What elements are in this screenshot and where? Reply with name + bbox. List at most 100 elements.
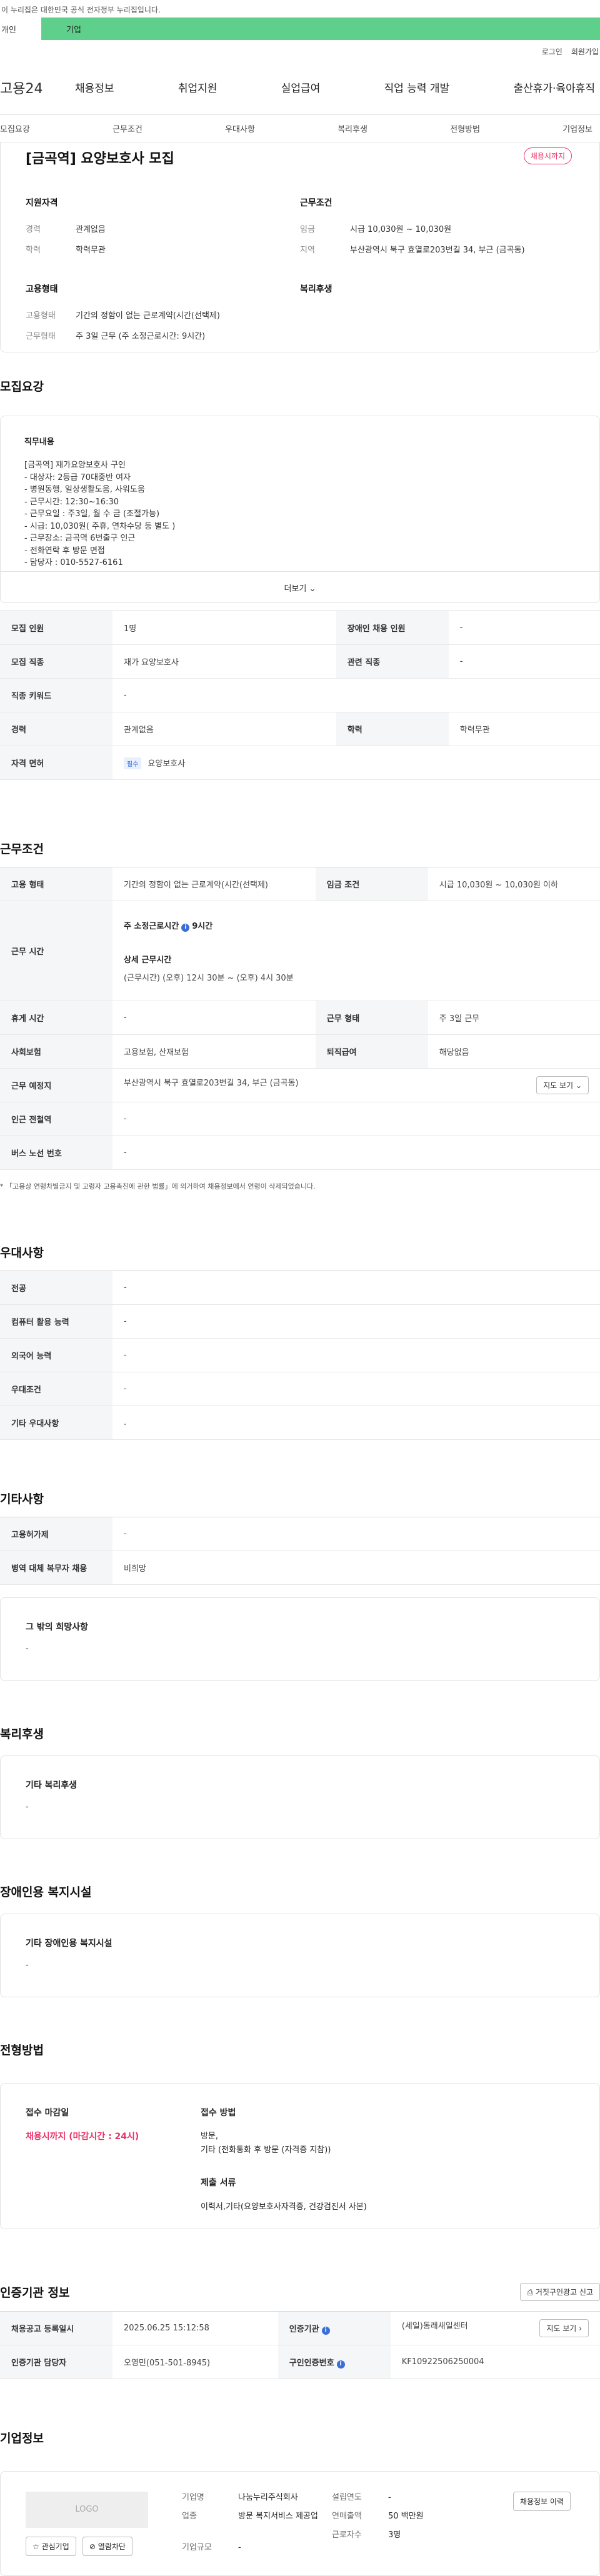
agency-org-value: (세일)동래새일센터 (401, 2322, 468, 2331)
other-wishes-card: 그 밖의 희망사항 - (0, 1597, 600, 1681)
gov-notice-text: 이 누리집은 대한민국 공식 전자정부 누리집입니다. (1, 6, 161, 14)
kv-key: 근무형태 (26, 332, 56, 341)
kv-key: 근로자수 (332, 2530, 362, 2540)
docs-value: 이력서,기타(요양보호사자격증, 건강검진서 사본) (201, 2202, 367, 2212)
table-header-cell: 전공 (0, 1271, 112, 1305)
table-row: 근무 시간 주 소정근로시간 i 9시간 상세 근무시간 (근무시간) (오후) 1… (0, 901, 600, 1001)
etc-heading: 기타사항 (0, 1492, 44, 1506)
table-cell: 비희망 (112, 1550, 600, 1585)
kv-value: 학력무관 (76, 246, 106, 255)
table-cell: 학력무관 (448, 712, 600, 746)
disabled-box-value: - (26, 1960, 29, 1970)
table-header-cell: 고용허가제 (0, 1517, 112, 1551)
table-header-cell: 경력 (0, 712, 112, 746)
anchor-welfare[interactable]: 복리후생 (338, 122, 368, 134)
table-cell: - (112, 678, 600, 712)
table-row: 병역 대체 복무자 채용 비희망 (0, 1550, 600, 1585)
map-view-button[interactable]: 지도 보기 ⌄ (536, 1076, 589, 1094)
signup-link[interactable]: 회원가입 (571, 46, 599, 60)
table-cell: - (112, 1136, 600, 1170)
table-cell: 오영민(051-501-8945) (112, 2345, 278, 2379)
table-cell: (세일)동래새일센터 지도 보기 › (390, 2311, 600, 2345)
table-header-cell: 퇴직급여 (315, 1034, 428, 1069)
work-hours-cell: 주 소정근로시간 i 9시간 상세 근무시간 (근무시간) (오후) 12시 30분… (112, 901, 600, 1001)
pref-table: 전공 - 컴퓨터 활용 능력 - 외국어 능력 - 우대조건 - 기타 우대사항. (0, 1271, 600, 1440)
table-cell: 재가 요양보호사 (112, 644, 336, 679)
welfare-box-value: - (26, 1802, 29, 1812)
menu-unemployment-benefit[interactable]: 실업급여 (281, 79, 321, 95)
agency-section: 인증기관 정보 ⎙ 거짓구인광고 신고 채용공고 등록일시 2025.06.25… (0, 2283, 600, 2379)
summary-conditions: 근무조건 임금 시급 10,030원 ~ 10,030원 지역 부산광역시 북구 효… (300, 196, 574, 264)
docs-heading: 제출 서류 (201, 2178, 236, 2188)
kv-value: 시급 10,030원 ~ 10,030원 (350, 225, 452, 234)
interest-company-button[interactable]: ☆ 관심기업 (26, 2537, 76, 2556)
anchor-recruit[interactable]: 모집요강 (0, 122, 30, 134)
hours-value: 9시간 (192, 921, 213, 931)
table-header-cell: 근무 예정지 (0, 1068, 112, 1102)
kv-key: 학력 (26, 246, 41, 255)
block-view-button[interactable]: ⊘ 열람차단 (82, 2537, 132, 2556)
table-header-cell: 인증기관 i (278, 2311, 391, 2345)
kv-key: 기업규모 (182, 2543, 212, 2552)
disabled-heading: 장애인용 복지시설 (0, 1885, 92, 1899)
table-header-cell: 병역 대체 복무자 채용 (0, 1550, 112, 1585)
kv-key: 설립연도 (332, 2493, 362, 2502)
global-nav: 고용24 채용정보 취업지원 실업급여 직업 능력 개발 출산휴가·육아휴직 (0, 60, 600, 115)
deadline-badge: 채용시까지 (523, 147, 572, 164)
report-icon: ⎙ (527, 2288, 534, 2297)
menu-job-info[interactable]: 채용정보 (75, 79, 114, 95)
site-logo[interactable]: 고용24 (0, 77, 75, 97)
report-false-ad-button[interactable]: ⎙ 거짓구인광고 신고 (520, 2283, 600, 2301)
table-row: 고용 형태 기간의 정함이 없는 근로계약(시간(선택제) 임금 조건 시급 1… (0, 867, 600, 901)
info-icon[interactable]: i (321, 2326, 330, 2335)
kv-value: 부산광역시 북구 효열로203번길 34, 부근 (금곡동) (350, 246, 525, 255)
table-cell: 주 3일 근무 (428, 1001, 600, 1035)
recruit-table: 모집 인원 1명 장애인 채용 인원 - 모집 직종 재가 요양보호사 관련 직… (0, 611, 600, 780)
license-value: 요양보호사 (148, 759, 186, 769)
process-heading: 전형방법 (0, 2044, 44, 2057)
table-cell: - (112, 1102, 600, 1136)
anchor-company[interactable]: 기업정보 (562, 122, 592, 134)
welfare-card: 기타 복리후생 - (0, 1755, 600, 1839)
table-header-cell: 학력 (336, 712, 449, 746)
login-link[interactable]: 로그인 (542, 46, 562, 60)
duty-heading: 직무내용 (24, 437, 54, 447)
recruit-section: 모집요강 직무내용 [금곡역] 재가요양보호사 구인 - 대상자: 2등급 70… (0, 377, 600, 780)
table-row: 인증기관 담당자 오영민(051-501-8945) 구인인증번호 i KF109… (0, 2345, 600, 2379)
place-value: 부산광역시 북구 효열로203번길 34, 부근 (금곡동) (124, 1079, 299, 1088)
anchor-preferences[interactable]: 우대사항 (225, 122, 255, 134)
menu-vocational-training[interactable]: 직업 능력 개발 (384, 79, 450, 95)
duty-line: - 시급: 10,030원( 주휴, 연차수당 등 별도 ) (24, 521, 176, 531)
process-card: 접수 마감일 채용시까지 (마감시간 : 24시) 접수 방법 방문, 기타 (… (0, 2083, 600, 2229)
anchor-work-conditions[interactable]: 근무조건 (112, 122, 142, 134)
anchor-process[interactable]: 전형방법 (450, 122, 480, 134)
agency-map-button[interactable]: 지도 보기 › (539, 2319, 589, 2337)
table-header-cell: 관련 직종 (336, 644, 449, 679)
menu-employment-support[interactable]: 취업지원 (178, 79, 218, 95)
table-header-cell: 컴퓨터 활용 능력 (0, 1304, 112, 1339)
job-history-button[interactable]: 채용정보 이력 (512, 2492, 571, 2511)
disabled-facility-section: 장애인용 복지시설 기타 장애인용 복지시설 - (0, 1883, 600, 1997)
menu-parental-leave[interactable]: 출산휴가·육아휴직 (513, 79, 595, 95)
duty-line: - 병원동행, 일상생활도움, 사워도움 (24, 485, 145, 494)
required-tag: 필수 (124, 757, 142, 769)
job-summary-card: [금곡역] 요양보호사 모집 채용시까지 지원자격 경력 관계없음 학력 학력무관 … (0, 142, 600, 352)
disabled-box-heading: 기타 장애인용 복지시설 (26, 1939, 112, 1949)
table-header-cell: 구인인증번호 i (278, 2345, 391, 2379)
tab-personal[interactable]: 개인 (0, 17, 41, 40)
kv-value: 주 3일 근무 (주 소정근로시간: 9시간) (76, 332, 206, 341)
main-menu: 채용정보 취업지원 실업급여 직업 능력 개발 출산휴가·육아휴직 (75, 79, 600, 95)
table-header-cell: 자격 면허 (0, 746, 112, 780)
welfare-heading: 복리후생 (0, 1727, 44, 1741)
kv-value: 50 백만원 (388, 2512, 424, 2521)
etc-table: 고용허가제 - 병역 대체 복무자 채용 비희망 (0, 1517, 600, 1585)
other-wishes-heading: 그 밖의 희망사항 (26, 1622, 88, 1632)
duty-line: [금곡역] 재가요양보호사 구인 (24, 461, 126, 470)
method-column: 접수 방법 방문, 기타 (전화통화 후 방문 (자격증 지참)) 제출 서류 … (201, 2106, 367, 2212)
tab-corporate[interactable]: 기업 (41, 17, 600, 40)
agency-map-label: 지도 보기 (546, 2324, 577, 2333)
info-icon[interactable]: i (336, 2360, 345, 2369)
table-cell: - (112, 1304, 600, 1339)
info-icon[interactable]: i (181, 923, 190, 932)
more-button[interactable]: 더보기 ⌄ (1, 571, 599, 602)
